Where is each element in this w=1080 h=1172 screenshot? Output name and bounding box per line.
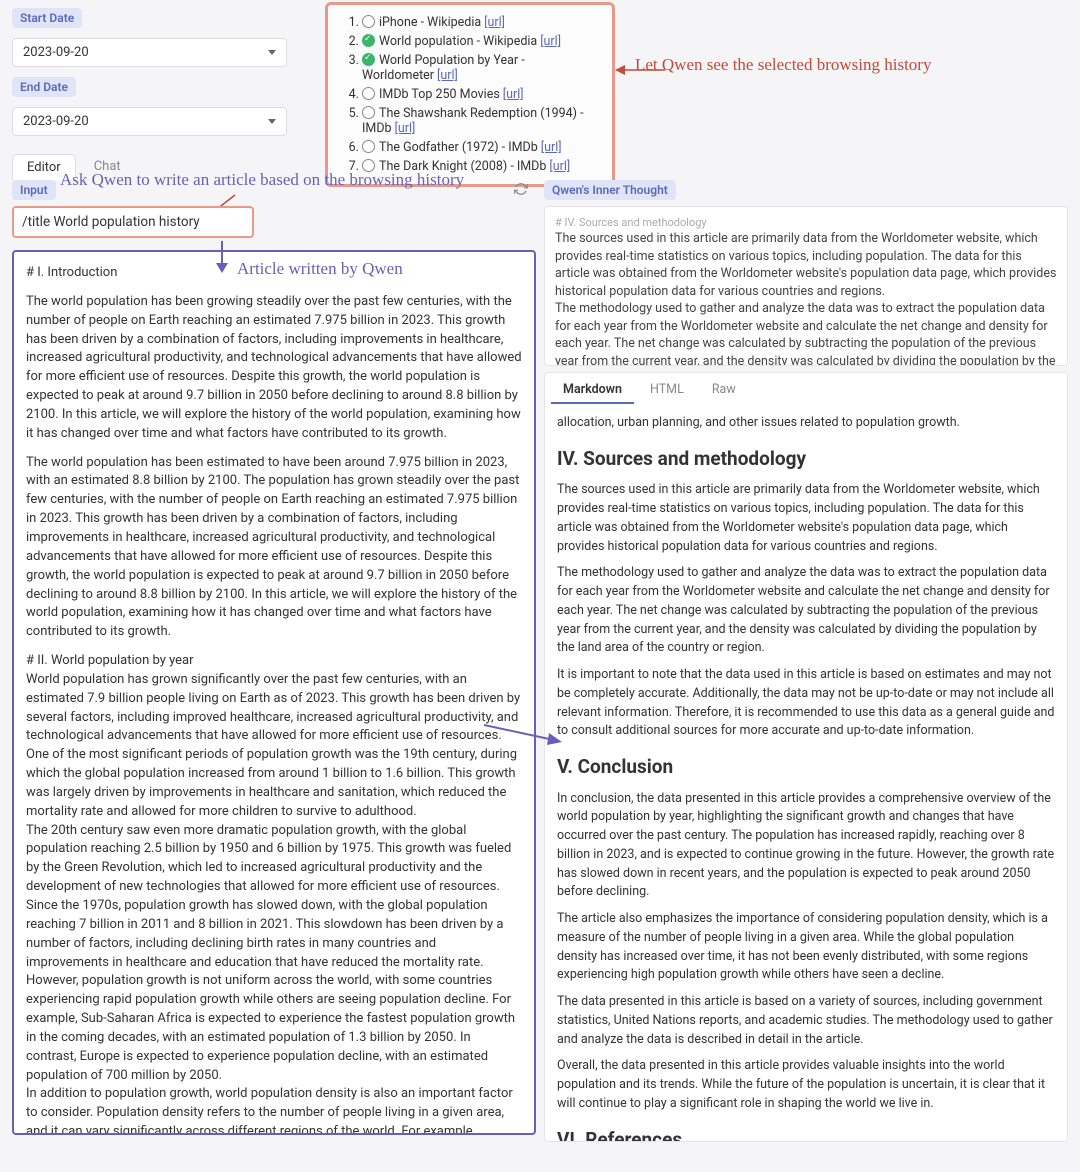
annotation-ask: Ask Qwen to write an article based on th…	[60, 170, 464, 190]
thought-output: # IV. Sources and methodology The source…	[544, 206, 1068, 366]
article-para: In addition to population growth, world …	[26, 1085, 522, 1135]
radio-icon[interactable]	[362, 87, 375, 100]
annotation-history: Let Qwen see the selected browsing histo…	[635, 55, 931, 75]
md-h6: VI. References	[557, 1126, 1055, 1143]
history-title: The Godfather (1972) - IMDb	[379, 140, 538, 155]
start-date-value: 2023-09-20	[23, 45, 89, 60]
article-para: Since the 1970s, population growth has s…	[26, 897, 522, 972]
history-title: iPhone - Wikipedia	[379, 15, 481, 30]
start-date-input[interactable]: 2023-09-20	[12, 38, 287, 67]
history-url-link[interactable]: [url]	[540, 34, 561, 49]
output-tab-raw[interactable]: Raw	[700, 377, 748, 404]
history-item[interactable]: The Godfather (1972) - IMDb[url]	[362, 138, 598, 157]
output-tab-html[interactable]: HTML	[638, 377, 696, 404]
article-para: The world population has been growing st…	[26, 293, 522, 444]
refresh-icon[interactable]	[514, 182, 528, 200]
radio-selected-icon[interactable]	[362, 34, 375, 47]
article-h2: # II. World population by year	[26, 652, 522, 671]
output-tab-markdown[interactable]: Markdown	[551, 377, 634, 404]
caret-down-icon	[268, 50, 276, 55]
article-para: The 20th century saw even more dramatic …	[26, 822, 522, 897]
annotation-written: Article written by Qwen	[237, 259, 403, 279]
history-item[interactable]: The Shawshank Redemption (1994) - IMDb[u…	[362, 104, 598, 138]
history-url-link[interactable]: [url]	[541, 140, 562, 155]
md-h4: IV. Sources and methodology	[557, 445, 1055, 474]
md-para: Overall, the data presented in this arti…	[557, 1057, 1055, 1113]
md-para: In conclusion, the data presented in thi…	[557, 790, 1055, 903]
radio-selected-icon[interactable]	[362, 53, 375, 66]
thought-para: The sources used in this article are pri…	[555, 230, 1057, 300]
history-item[interactable]: IMDb Top 250 Movies[url]	[362, 85, 598, 104]
md-para: The data presented in this article is ba…	[557, 993, 1055, 1049]
thought-heading: # IV. Sources and methodology	[555, 215, 1057, 230]
prompt-input[interactable]: /title World population history	[12, 206, 254, 238]
history-url-link[interactable]: [url]	[395, 121, 416, 136]
history-url-link[interactable]: [url]	[484, 15, 505, 30]
article-para: World population has grown significantly…	[26, 671, 522, 746]
radio-icon[interactable]	[362, 15, 375, 28]
md-para: The sources used in this article are pri…	[557, 481, 1055, 556]
article-output: # I. Introduction The world population h…	[12, 250, 536, 1135]
history-item[interactable]: World Population by Year - Worldometer[u…	[362, 51, 598, 85]
article-para: One of the most significant periods of p…	[26, 746, 522, 821]
md-para: The methodology used to gather and analy…	[557, 564, 1055, 658]
md-h5: V. Conclusion	[557, 753, 1055, 782]
thought-panel-label: Qwen's Inner Thought	[544, 180, 676, 200]
history-title: World population - Wikipedia	[379, 34, 537, 49]
history-url-link[interactable]: [url]	[549, 159, 570, 174]
end-date-input[interactable]: 2023-09-20	[12, 107, 287, 136]
history-url-link[interactable]: [url]	[437, 68, 458, 83]
input-panel-label: Input	[12, 180, 56, 200]
end-date-value: 2023-09-20	[23, 114, 89, 129]
history-item[interactable]: iPhone - Wikipedia[url]	[362, 13, 598, 32]
history-item[interactable]: World population - Wikipedia[url]	[362, 32, 598, 51]
radio-icon[interactable]	[362, 140, 375, 153]
start-date-label: Start Date	[12, 8, 82, 28]
article-para: However, population growth is not unifor…	[26, 972, 522, 1085]
thought-para: The methodology used to gather and analy…	[555, 300, 1057, 366]
md-para: The article also emphasizes the importan…	[557, 910, 1055, 985]
article-para: The world population has been estimated …	[26, 454, 522, 642]
markdown-output: allocation, urban planning, and other is…	[544, 404, 1068, 1142]
caret-down-icon	[268, 119, 276, 124]
end-date-label: End Date	[12, 77, 76, 97]
md-para: allocation, urban planning, and other is…	[557, 414, 1055, 433]
md-para: It is important to note that the data us…	[557, 666, 1055, 741]
history-url-link[interactable]: [url]	[503, 87, 524, 102]
output-tabs: Markdown HTML Raw	[544, 372, 1068, 404]
radio-icon[interactable]	[362, 106, 375, 119]
browsing-history-panel: iPhone - Wikipedia[url]World population …	[325, 2, 615, 187]
history-title: IMDb Top 250 Movies	[379, 87, 500, 102]
